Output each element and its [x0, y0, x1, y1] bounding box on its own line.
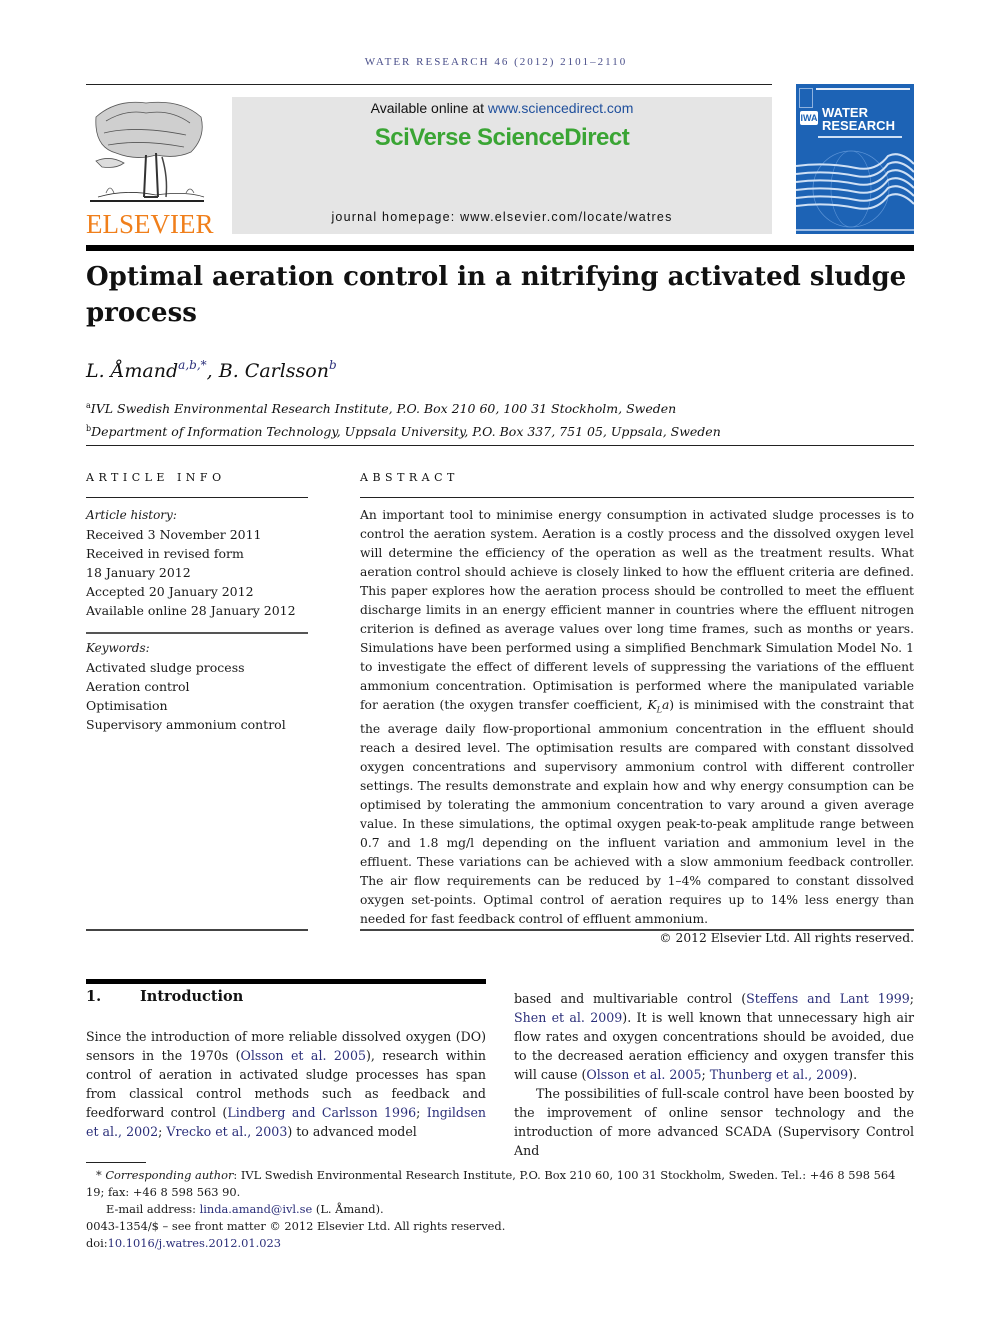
article-title: Optimal aeration control in a nitrifying… [86, 262, 907, 328]
article-history-label: Article history: [86, 508, 177, 522]
affiliation-text: Department of Information Technology, Up… [91, 424, 721, 439]
doi-link[interactable]: 10.1016/j.watres.2012.01.023 [108, 1236, 281, 1250]
abstract-bottom-rule [360, 929, 914, 931]
paragraph: The possibilities of full-scale control … [514, 1086, 914, 1159]
sciverse-sciencedirect-logo[interactable]: SciVerse ScienceDirect [232, 124, 772, 152]
cover-publisher-mark [799, 88, 813, 108]
available-online-label: Available online at [370, 100, 488, 116]
author-affiliation-marks[interactable]: b [329, 358, 337, 372]
history-item: Received in revised form [86, 546, 244, 561]
article-info-rule [86, 497, 308, 498]
keywords-label: Keywords: [86, 641, 150, 655]
abstract-heading: ABSTRACT [360, 471, 459, 484]
history-item: 18 January 2012 [86, 565, 191, 580]
footnotes: * Corresponding author: IVL Swedish Envi… [86, 1167, 914, 1252]
affiliations: aIVL Swedish Environmental Research Inst… [86, 396, 721, 442]
keywords: Keywords: Activated sludge process Aerat… [86, 639, 308, 734]
author-separator: , [206, 360, 219, 382]
footnote-rule [86, 1162, 146, 1163]
abstract-text: An important tool to minimise energy con… [360, 508, 914, 713]
kla-symbol: KLa [647, 698, 669, 714]
abstract-rule [360, 497, 914, 498]
citation-link[interactable]: Olsson et al. 2005 [241, 1048, 366, 1063]
citation-link[interactable]: Shen et al. 2009 [514, 1010, 622, 1025]
iwa-logo-icon: IWA [800, 111, 818, 125]
history-item: Received 3 November 2011 [86, 527, 262, 542]
kla-k: K [647, 698, 657, 713]
elsevier-wordmark: ELSEVIER [86, 209, 214, 239]
history-item: Accepted 20 January 2012 [86, 584, 254, 599]
citation-link[interactable]: Vrecko et al., 2003 [166, 1124, 287, 1139]
history-keywords-rule [86, 632, 308, 634]
body-text: ; [416, 1105, 427, 1121]
sciencedirect-link[interactable]: www.sciencedirect.com [488, 100, 634, 116]
author-name: L. Åmand [86, 360, 179, 382]
elsevier-logo[interactable]: ELSEVIER [86, 97, 214, 239]
citation-link[interactable]: Steffens and Lant 1999 [746, 991, 910, 1006]
keyword-item: Supervisory ammonium control [86, 717, 286, 732]
body-text: based and multivariable control ( [514, 991, 747, 1006]
corresponding-author-label: Corresponding author [105, 1168, 234, 1182]
cover-title-line2: RESEARCH [822, 118, 895, 133]
abstract-body: An important tool to minimise energy con… [360, 506, 914, 949]
keyword-item: Optimisation [86, 698, 168, 713]
body-text: ; [909, 991, 914, 1006]
citation-link[interactable]: Thunberg et al., 2009 [710, 1067, 848, 1082]
intro-column-right: based and multivariable control (Steffen… [514, 989, 914, 1160]
body-text: ) to advanced model [287, 1124, 417, 1140]
article-info-heading: ARTICLE INFO [86, 471, 226, 484]
journal-homepage[interactable]: journal homepage: www.elsevier.com/locat… [232, 210, 772, 224]
affiliation-item: bDepartment of Information Technology, U… [86, 419, 721, 442]
introduction-heading: 1. Introduction [86, 988, 243, 1005]
cover-waves-icon [796, 150, 914, 228]
section-title: Introduction [140, 988, 244, 1005]
intro-column-left: Since the introduction of more reliable … [86, 1027, 486, 1141]
journal-cover[interactable]: IWA WATER RESEARCH [796, 84, 914, 234]
author-name: B. Carlsson [218, 360, 329, 382]
article-history: Article history: Received 3 November 201… [86, 506, 308, 620]
paragraph: based and multivariable control (Steffen… [514, 989, 914, 1084]
sciencedirect-banner: Available online at www.sciencedirect.co… [232, 97, 772, 234]
affiliations-rule [86, 445, 914, 446]
cover-top-bar [816, 88, 910, 90]
elsevier-tree-icon [90, 101, 205, 202]
body-text: ; [701, 1067, 710, 1083]
title-top-rule [86, 245, 914, 251]
affiliation-text: IVL Swedish Environmental Research Insti… [90, 401, 677, 416]
doi-prefix: doi: [86, 1236, 108, 1250]
cover-subtitle-bar [818, 136, 902, 138]
footnote-star: * [96, 1168, 102, 1182]
issn-line: 0043-1354/$ – see front matter © 2012 El… [86, 1219, 506, 1233]
email-link[interactable]: linda.amand@ivl.se [200, 1202, 313, 1216]
affiliation-item: aIVL Swedish Environmental Research Inst… [86, 396, 721, 419]
citation-link[interactable]: Lindberg and Carlsson 1996 [227, 1105, 416, 1120]
header-rule [86, 84, 772, 85]
cover-bottom-bar [796, 229, 914, 231]
email-label: E-mail address: [106, 1202, 200, 1216]
citation-link[interactable]: Olsson et al. 2005 [586, 1067, 701, 1082]
doi-line: doi:10.1016/j.watres.2012.01.023 [86, 1235, 914, 1252]
author-list: L. Åmanda,b,*, B. Carlssonb [86, 358, 337, 382]
article-info-bottom-rule [86, 929, 308, 931]
history-item: Available online 28 January 2012 [86, 603, 296, 618]
corresponding-author-note: * Corresponding author: IVL Swedish Envi… [86, 1167, 914, 1201]
available-online-line: Available online at www.sciencedirect.co… [232, 100, 772, 116]
section-number: 1. [86, 988, 102, 1005]
email-note: E-mail address: linda.amand@ivl.se (L. Å… [86, 1201, 914, 1218]
abstract-copyright: © 2012 Elsevier Ltd. All rights reserved… [659, 931, 914, 946]
email-suffix: (L. Åmand). [312, 1202, 384, 1216]
abstract-text: ) is minimised with the constraint that … [360, 698, 914, 927]
keyword-item: Aeration control [86, 679, 190, 694]
keyword-item: Activated sludge process [86, 660, 245, 675]
introduction-rule [86, 979, 486, 984]
body-text: ). [848, 1067, 858, 1083]
running-head: WATER RESEARCH 46 (2012) 2101–2110 [364, 56, 628, 68]
cover-title: WATER RESEARCH [822, 106, 895, 132]
author-affiliation-marks[interactable]: a,b,* [178, 358, 206, 372]
